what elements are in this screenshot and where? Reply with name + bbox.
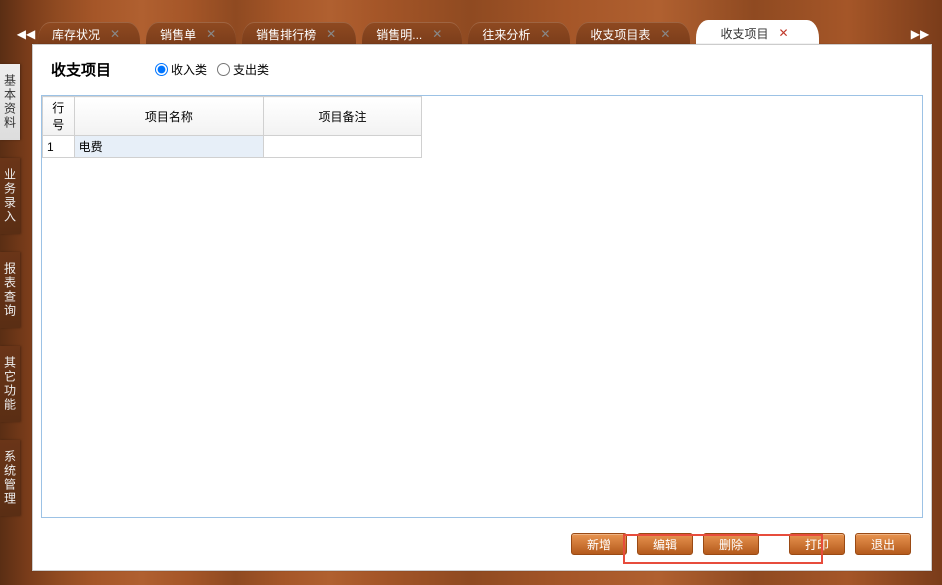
tab-label: 往来分析	[482, 26, 530, 43]
edit-button[interactable]: 编辑	[637, 533, 693, 555]
close-icon[interactable]: ✕	[326, 27, 336, 41]
tab-strip: ◀◀ 库存状况 ✕ 销售单 ✕ 销售排行榜 ✕ 销售明... ✕ 往来分析 ✕ …	[0, 18, 942, 46]
tab-scroll-left-icon[interactable]: ◀◀	[14, 22, 38, 46]
tab-scroll-right-icon[interactable]: ▶▶	[908, 22, 932, 46]
data-grid[interactable]: 行号 项目名称 项目备注 1 电费	[41, 95, 923, 518]
tab-label: 库存状况	[52, 26, 100, 43]
main-panel: 收支项目 收入类 支出类 行号 项目名称 项目备注 1	[32, 44, 932, 571]
sidebar-item-report-query[interactable]: 报表查询	[0, 252, 20, 328]
tab-transaction-analysis[interactable]: 往来分析 ✕	[468, 22, 570, 46]
radio-expense[interactable]: 支出类	[217, 61, 269, 78]
tab-label: 收支项目表	[590, 26, 650, 43]
close-icon[interactable]: ✕	[540, 27, 550, 41]
col-header-note[interactable]: 项目备注	[264, 97, 422, 136]
table-header-row: 行号 项目名称 项目备注	[43, 97, 422, 136]
col-header-name[interactable]: 项目名称	[74, 97, 264, 136]
sidebar-item-other-functions[interactable]: 其它功能	[0, 346, 20, 422]
tab-label: 收支项目	[720, 25, 768, 42]
tab-label: 销售单	[160, 26, 196, 43]
radio-expense-label: 支出类	[233, 61, 269, 78]
type-radio-group: 收入类 支出类	[155, 61, 269, 78]
close-icon[interactable]: ✕	[778, 26, 788, 40]
close-icon[interactable]: ✕	[110, 27, 120, 41]
exit-button[interactable]: 退出	[855, 533, 911, 555]
sidebar-item-business-entry[interactable]: 业务录入	[0, 158, 20, 234]
tab-label: 销售排行榜	[256, 26, 316, 43]
tab-income-expense-table[interactable]: 收支项目表 ✕	[576, 22, 690, 46]
tab-sales-ranking[interactable]: 销售排行榜 ✕	[242, 22, 356, 46]
tab-sales-order[interactable]: 销售单 ✕	[146, 22, 236, 46]
radio-income-input[interactable]	[155, 63, 168, 76]
close-icon[interactable]: ✕	[432, 27, 442, 41]
cell-name[interactable]: 电费	[74, 136, 264, 158]
radio-income-label: 收入类	[171, 61, 207, 78]
tab-income-expense-item[interactable]: 收支项目 ✕	[696, 20, 818, 46]
close-icon[interactable]: ✕	[660, 27, 670, 41]
close-icon[interactable]: ✕	[206, 27, 216, 41]
cell-note[interactable]	[264, 136, 422, 158]
panel-title: 收支项目	[51, 59, 111, 80]
sidebar-item-basic-data[interactable]: 基本资料	[0, 64, 20, 140]
tab-inventory-status[interactable]: 库存状况 ✕	[38, 22, 140, 46]
tab-sales-detail[interactable]: 销售明... ✕	[362, 22, 462, 46]
tab-label: 销售明...	[376, 26, 422, 43]
footer-toolbar: 新增 编辑 删除 打印 退出	[33, 528, 931, 560]
print-button[interactable]: 打印	[789, 533, 845, 555]
cell-rownum[interactable]: 1	[43, 136, 75, 158]
sidebar-item-system-management[interactable]: 系统管理	[0, 440, 20, 516]
side-nav: 基本资料 业务录入 报表查询 其它功能 系统管理	[0, 64, 20, 516]
add-button[interactable]: 新增	[571, 533, 627, 555]
panel-header: 收支项目 收入类 支出类	[33, 45, 931, 90]
radio-income[interactable]: 收入类	[155, 61, 207, 78]
radio-expense-input[interactable]	[217, 63, 230, 76]
delete-button[interactable]: 删除	[703, 533, 759, 555]
table-row[interactable]: 1 电费	[43, 136, 422, 158]
col-header-rownum[interactable]: 行号	[43, 97, 75, 136]
